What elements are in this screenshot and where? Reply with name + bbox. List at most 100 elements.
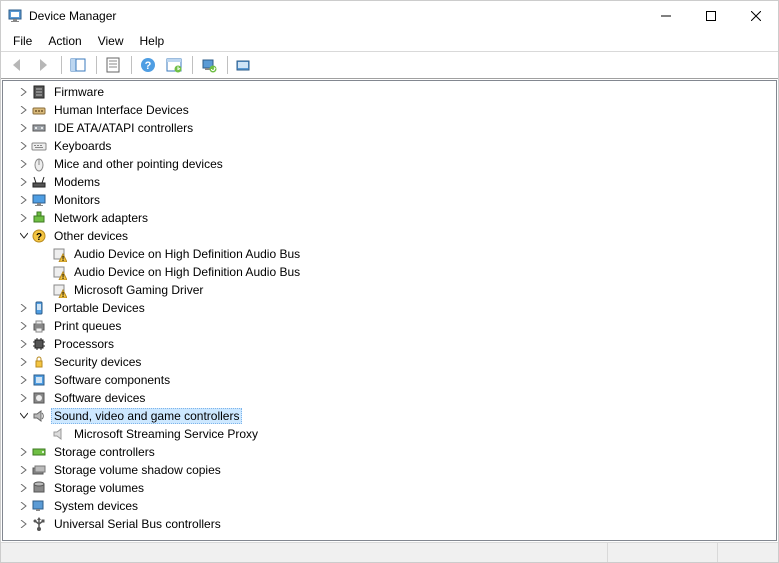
chevron-right-icon[interactable] [17, 391, 31, 405]
tree-node[interactable]: ! Audio Device on High Definition Audio B… [7, 263, 776, 281]
toolbar-add-legacy-button[interactable] [232, 54, 256, 76]
device-tree[interactable]: FirmwareHuman Interface DevicesIDE ATA/A… [3, 81, 776, 540]
printer-icon [31, 318, 47, 334]
tree-node[interactable]: Network adapters [7, 209, 776, 227]
other-icon: ? [31, 228, 47, 244]
tree-node-label: Monitors [51, 192, 103, 208]
speaker-icon [51, 426, 67, 442]
tree-node[interactable]: Storage volumes [7, 479, 776, 497]
storagectl-icon [31, 444, 47, 460]
menu-action[interactable]: Action [40, 32, 89, 50]
ide-icon [31, 120, 47, 136]
tree-node[interactable]: Firmware [7, 83, 776, 101]
menu-help[interactable]: Help [132, 32, 173, 50]
maximize-button[interactable] [688, 1, 733, 31]
tree-node[interactable]: Software devices [7, 389, 776, 407]
chevron-right-icon[interactable] [17, 463, 31, 477]
keyboard-icon [31, 138, 47, 154]
device-tree-container: FirmwareHuman Interface DevicesIDE ATA/A… [2, 80, 777, 541]
toolbar-help-button[interactable]: ? [136, 54, 160, 76]
cpu-icon [31, 336, 47, 352]
chevron-right-icon[interactable] [17, 211, 31, 225]
chevron-right-icon[interactable] [17, 481, 31, 495]
portable-icon [31, 300, 47, 316]
chevron-right-icon[interactable] [17, 517, 31, 531]
close-button[interactable] [733, 1, 778, 31]
status-cell-2 [608, 543, 718, 562]
firmware-icon [31, 84, 47, 100]
chevron-right-icon[interactable] [17, 175, 31, 189]
tree-node[interactable]: Mice and other pointing devices [7, 155, 776, 173]
chevron-right-icon[interactable] [17, 499, 31, 513]
tree-node[interactable]: Human Interface Devices [7, 101, 776, 119]
tree-node-label: Print queues [51, 318, 124, 334]
tree-node[interactable]: Storage volume shadow copies [7, 461, 776, 479]
chevron-right-icon[interactable] [17, 157, 31, 171]
tree-node-label: Portable Devices [51, 300, 148, 316]
tree-node[interactable]: Storage controllers [7, 443, 776, 461]
shadow-icon [31, 462, 47, 478]
statusbar [1, 542, 778, 562]
monitor-icon [31, 192, 47, 208]
tree-node-label: Audio Device on High Definition Audio Bu… [71, 264, 303, 280]
chevron-right-icon[interactable] [17, 337, 31, 351]
tree-node[interactable]: !Audio Device on High Definition Audio B… [7, 245, 776, 263]
menubar: FileActionViewHelp [1, 31, 778, 51]
tree-node-label: Software components [51, 372, 173, 388]
tree-node[interactable]: Sound, video and game controllers [7, 407, 776, 425]
toolbar-show-hide-tree-button[interactable] [66, 54, 90, 76]
tree-node[interactable]: Modems [7, 173, 776, 191]
chevron-right-icon[interactable] [17, 193, 31, 207]
tree-node-label: Other devices [51, 228, 131, 244]
tree-node-label: Software devices [51, 390, 148, 406]
tree-node-label: System devices [51, 498, 141, 514]
minimize-button[interactable] [643, 1, 688, 31]
chevron-right-icon[interactable] [17, 139, 31, 153]
tree-node[interactable]: Monitors [7, 191, 776, 209]
chevron-right-icon[interactable] [17, 301, 31, 315]
usb-icon [31, 516, 47, 532]
chevron-down-icon[interactable] [17, 229, 31, 243]
tree-node[interactable]: IDE ATA/ATAPI controllers [7, 119, 776, 137]
security-icon [31, 354, 47, 370]
tree-node[interactable]: Security devices [7, 353, 776, 371]
menu-file[interactable]: File [5, 32, 40, 50]
tree-node[interactable]: System devices [7, 497, 776, 515]
toolbar-separator [96, 56, 97, 74]
tree-node-label: Firmware [51, 84, 107, 100]
svg-text:!: ! [62, 274, 64, 280]
toolbar-properties-button[interactable] [101, 54, 125, 76]
tree-node[interactable]: Keyboards [7, 137, 776, 155]
chevron-right-icon[interactable] [17, 319, 31, 333]
tree-node-label: Microsoft Streaming Service Proxy [71, 426, 261, 442]
mouse-icon [31, 156, 47, 172]
chevron-right-icon[interactable] [17, 121, 31, 135]
toolbar-separator [227, 56, 228, 74]
menu-view[interactable]: View [90, 32, 132, 50]
tree-node[interactable]: Print queues [7, 317, 776, 335]
tree-node[interactable]: Software components [7, 371, 776, 389]
tree-node[interactable]: Universal Serial Bus controllers [7, 515, 776, 533]
tree-node[interactable]: Microsoft Streaming Service Proxy [7, 425, 776, 443]
tree-node[interactable]: !Microsoft Gaming Driver [7, 281, 776, 299]
tree-node[interactable]: Portable Devices [7, 299, 776, 317]
tree-node-label: Storage volume shadow copies [51, 462, 224, 478]
chevron-right-icon[interactable] [17, 445, 31, 459]
chevron-right-icon[interactable] [17, 355, 31, 369]
sound-icon [31, 408, 47, 424]
tree-node[interactable]: Processors [7, 335, 776, 353]
tree-node[interactable]: ?Other devices [7, 227, 776, 245]
swcomp-icon [31, 372, 47, 388]
chevron-right-icon[interactable] [17, 85, 31, 99]
toolbar-separator [192, 56, 193, 74]
toolbar-scan-hardware-button[interactable] [197, 54, 221, 76]
device-manager-icon [7, 8, 23, 24]
tree-node-label: Microsoft Gaming Driver [71, 282, 206, 298]
chevron-down-icon[interactable] [17, 409, 31, 423]
tree-node-label: Storage controllers [51, 444, 158, 460]
chevron-right-icon[interactable] [17, 103, 31, 117]
status-cell-1 [1, 543, 608, 562]
chevron-right-icon[interactable] [17, 373, 31, 387]
warn-icon: ! [51, 282, 67, 298]
toolbar-update-driver-button[interactable] [162, 54, 186, 76]
